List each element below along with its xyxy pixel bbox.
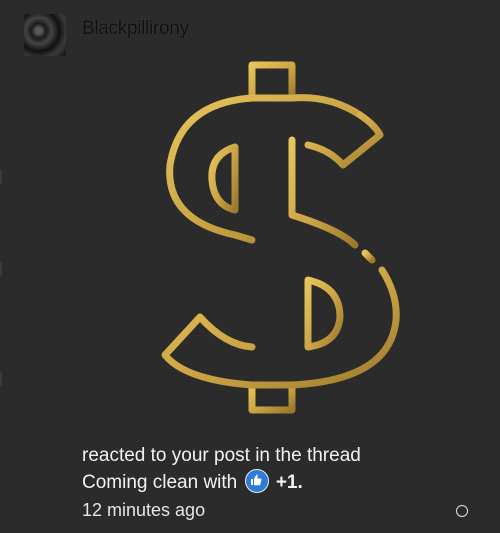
dollar-sign-icon bbox=[161, 61, 400, 414]
notification-message[interactable]: reacted to your post in the thread Comin… bbox=[82, 442, 482, 496]
reaction-count: +1. bbox=[275, 472, 303, 493]
edge-marker bbox=[0, 170, 2, 184]
username[interactable]: Blackpillirony bbox=[82, 18, 189, 40]
thread-link[interactable]: Coming clean with bbox=[82, 472, 237, 493]
avatar[interactable] bbox=[24, 14, 66, 56]
timestamp: 12 minutes ago bbox=[82, 500, 206, 520]
notification-card[interactable]: Blackpillirony reacted to your post in t… bbox=[0, 0, 500, 533]
edge-marker bbox=[0, 372, 2, 386]
edge-marker bbox=[0, 262, 2, 276]
thumbs-up-icon bbox=[244, 469, 269, 493]
mark-read-toggle[interactable] bbox=[456, 505, 468, 517]
message-text: reacted to your post in the thread bbox=[82, 445, 361, 466]
